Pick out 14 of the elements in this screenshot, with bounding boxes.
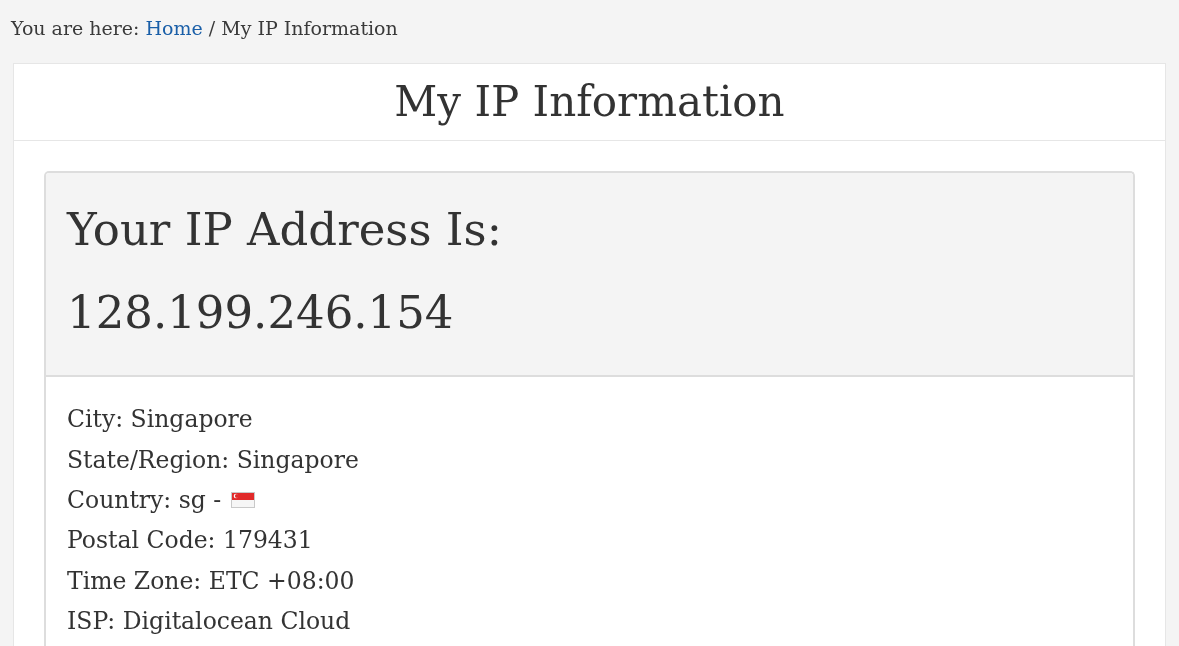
flag-icon bbox=[231, 491, 256, 508]
page-title: My IP Information bbox=[394, 76, 785, 128]
breadcrumb-label: You are here: bbox=[11, 16, 140, 41]
detail-text: Postal Code: 179431 bbox=[67, 525, 313, 557]
detail-text: Country: sg - bbox=[67, 484, 222, 516]
ip-heading: Your IP Address Is: bbox=[67, 202, 503, 258]
detail-text: ISP: Digitalocean Cloud bbox=[67, 606, 351, 638]
breadcrumb-link[interactable]: Home bbox=[145, 15, 203, 41]
detail-text: State/Region: Singapore bbox=[67, 444, 359, 476]
ip-address: 128.199.246.154 bbox=[67, 285, 455, 341]
breadcrumb-current: My IP Information bbox=[221, 16, 398, 41]
detail-text: City: Singapore bbox=[67, 404, 253, 436]
detail-text: Time Zone: ETC +08:00 bbox=[67, 565, 355, 597]
breadcrumb-separator: / bbox=[208, 16, 216, 41]
